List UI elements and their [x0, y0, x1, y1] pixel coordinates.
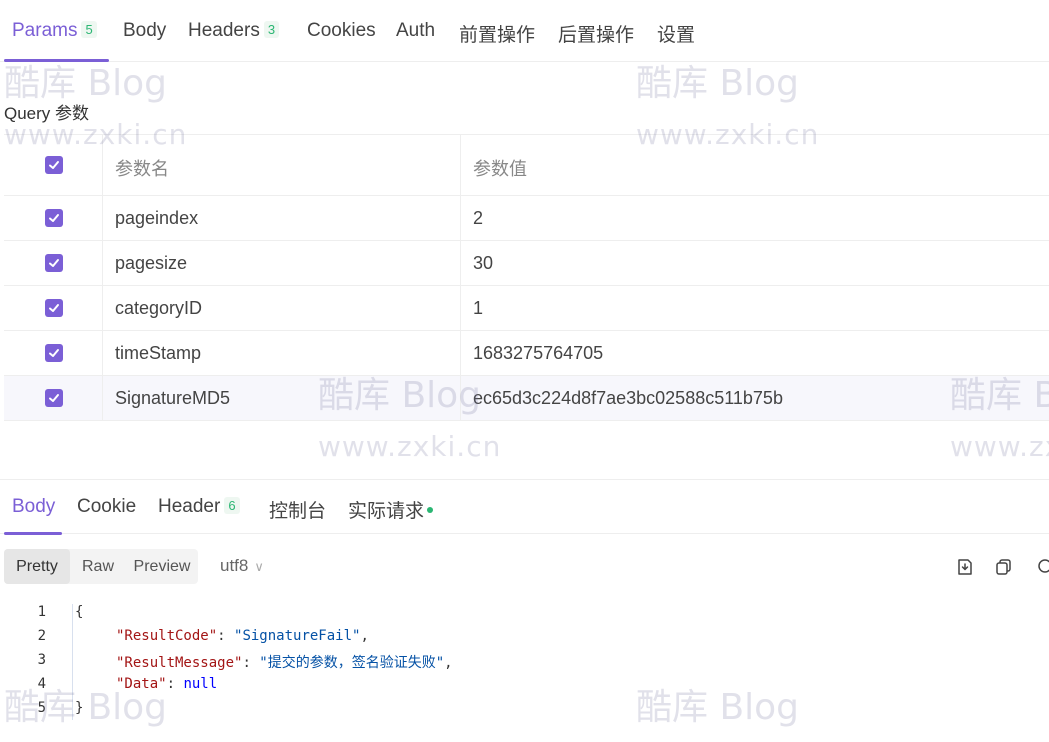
params-count-badge: 5: [81, 21, 97, 38]
tab-auth[interactable]: Auth: [396, 20, 435, 42]
json-string-value: "SignatureFail": [234, 628, 361, 644]
json-comma: ,: [444, 655, 453, 671]
chevron-down-icon: ∨: [254, 559, 264, 574]
json-close-brace: }: [75, 700, 84, 716]
line-number: 2: [37, 628, 46, 644]
check-icon: [49, 349, 59, 357]
row-checkbox[interactable]: [45, 254, 63, 272]
copy-icon[interactable]: [994, 557, 1014, 577]
tab-actual-request-label: 实际请求: [348, 501, 425, 522]
json-line: "Data": null: [116, 676, 217, 692]
tab-response-body[interactable]: Body: [12, 496, 55, 518]
json-key: "ResultCode": [116, 628, 218, 644]
request-tabs: Params 5 Body Headers 3 Cookies Auth 前置操作 …: [0, 6, 1049, 62]
check-icon: [49, 259, 59, 267]
response-body-viewer[interactable]: 1 2 3 4 5 { "ResultCode": "SignatureFail…: [0, 600, 1049, 742]
search-icon[interactable]: [1036, 557, 1049, 577]
tab-headers[interactable]: Headers 3: [188, 20, 280, 42]
json-string-value: "提交的参数，签名验证失败": [259, 655, 445, 671]
table-row: SignatureMD5 ec65d3c224d8f7ae3bc02588c51…: [4, 376, 1049, 421]
column-header-value: 参数值: [473, 159, 527, 179]
params-table: 参数名 参数值 pageindex 2 pagesize 30 category…: [4, 134, 1049, 421]
line-number: 1: [37, 604, 46, 620]
param-name: SignatureMD5: [115, 388, 231, 408]
pretty-button[interactable]: Pretty: [4, 549, 70, 584]
encoding-value: utf8: [220, 556, 249, 575]
tab-post-operations[interactable]: 后置操作: [558, 20, 634, 47]
json-comma: ,: [360, 628, 369, 644]
response-tabs: Body Cookie Header 6 控制台 实际请求: [0, 479, 1049, 535]
tab-body[interactable]: Body: [123, 20, 166, 42]
check-icon: [49, 214, 59, 222]
query-params-label: Query 参数: [4, 104, 90, 123]
tab-cookies[interactable]: Cookies: [307, 20, 376, 42]
tab-response-cookie[interactable]: Cookie: [77, 496, 136, 518]
row-checkbox[interactable]: [45, 209, 63, 227]
tab-actual-request[interactable]: 实际请求: [348, 496, 434, 523]
line-number: 3: [37, 652, 46, 668]
headers-count-badge: 3: [263, 21, 280, 38]
view-mode-switcher: Pretty Raw Preview: [4, 549, 198, 584]
json-null-value: null: [183, 676, 218, 692]
table-row: pageindex 2: [4, 196, 1049, 241]
watermark-url: www.zxki.cn: [950, 430, 1049, 463]
column-header-name: 参数名: [115, 159, 169, 179]
tab-params[interactable]: Params 5: [12, 20, 97, 42]
table-row: categoryID 1: [4, 286, 1049, 331]
tab-params-label: Params: [12, 20, 78, 41]
check-icon: [49, 394, 59, 402]
param-value: 30: [473, 253, 494, 273]
save-download-icon[interactable]: [955, 557, 975, 577]
json-line: "ResultMessage": "提交的参数，签名验证失败",: [116, 652, 453, 672]
row-checkbox[interactable]: [45, 344, 63, 362]
params-table-header: 参数名 参数值: [4, 135, 1049, 196]
check-icon: [49, 161, 59, 169]
json-separator: :: [217, 628, 235, 644]
header-count-badge: 6: [224, 497, 240, 514]
json-separator: :: [242, 655, 260, 671]
check-icon: [49, 304, 59, 312]
encoding-select[interactable]: utf8 ∨: [220, 556, 264, 576]
json-key: "ResultMessage": [116, 655, 243, 671]
tab-response-header-label: Header: [158, 496, 221, 517]
preview-button[interactable]: Preview: [126, 549, 198, 584]
param-value: 1: [473, 298, 484, 318]
json-line: "ResultCode": "SignatureFail",: [116, 628, 369, 644]
param-name: pagesize: [115, 253, 188, 273]
line-number: 5: [37, 700, 46, 716]
json-open-brace: {: [75, 604, 84, 620]
active-response-tab-indicator: [4, 532, 62, 535]
tab-pre-operations[interactable]: 前置操作: [459, 20, 535, 47]
status-dot: [427, 507, 434, 513]
param-value: ec65d3c224d8f7ae3bc02588c511b75b: [473, 388, 783, 408]
table-row: pagesize 30: [4, 241, 1049, 286]
row-checkbox[interactable]: [45, 299, 63, 317]
tab-response-header[interactable]: Header 6: [158, 496, 240, 518]
param-value: 2: [473, 208, 484, 228]
param-name: timeStamp: [115, 343, 202, 363]
param-name: pageindex: [115, 208, 199, 228]
json-separator: :: [166, 676, 184, 692]
line-number: 4: [37, 676, 46, 692]
param-value: 1683275764705: [473, 343, 604, 363]
select-all-checkbox[interactable]: [45, 156, 63, 174]
param-name: categoryID: [115, 298, 203, 318]
tab-headers-label: Headers: [188, 20, 260, 41]
watermark-url: www.zxki.cn: [318, 430, 502, 463]
raw-button[interactable]: Raw: [70, 549, 126, 584]
tab-console[interactable]: 控制台: [269, 496, 326, 523]
indent-guide: [72, 604, 73, 720]
tab-settings[interactable]: 设置: [657, 20, 695, 47]
table-row: timeStamp 1683275764705: [4, 331, 1049, 376]
row-checkbox[interactable]: [45, 389, 63, 407]
active-tab-indicator: [4, 59, 109, 62]
json-key: "Data": [116, 676, 167, 692]
